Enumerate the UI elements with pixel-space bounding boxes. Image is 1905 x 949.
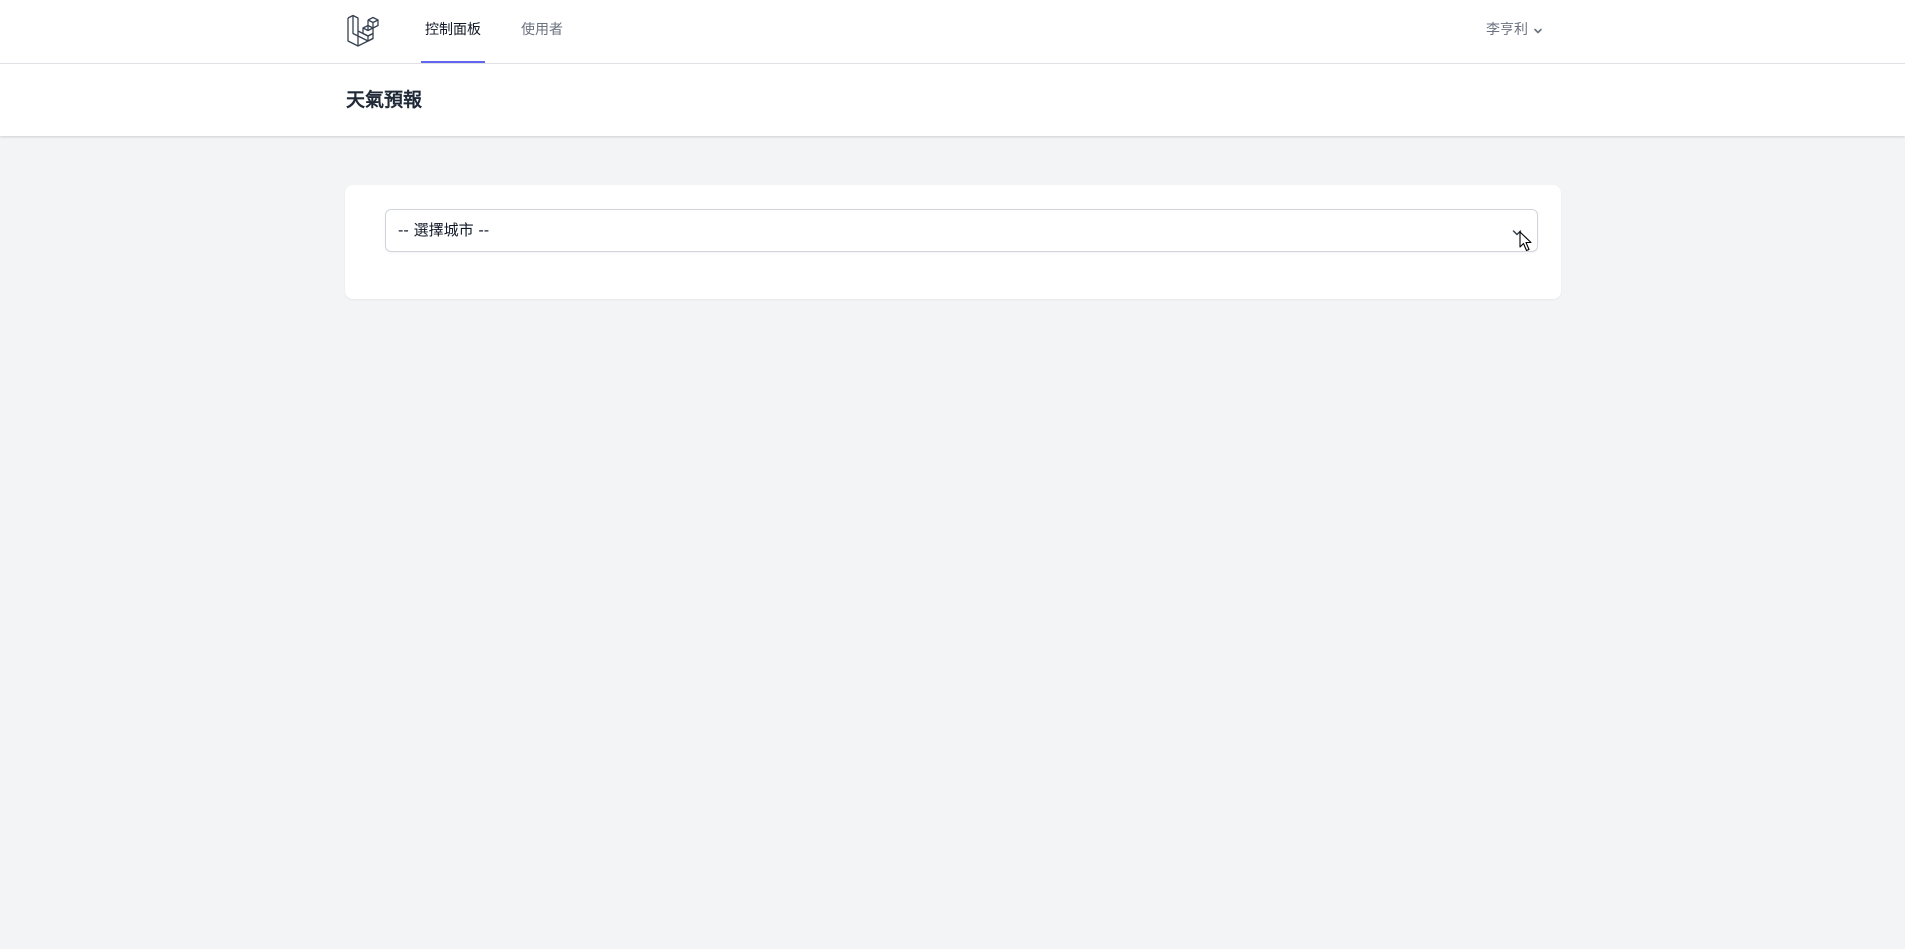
laravel-logo-icon[interactable] xyxy=(346,13,382,49)
page-header: 天氣預報 xyxy=(0,64,1905,136)
mouse-pointer-icon xyxy=(1519,231,1533,257)
top-navigation: 控制面板 使用者 李亨利 xyxy=(0,0,1905,64)
weather-card: -- 選擇城市 -- xyxy=(345,185,1561,299)
page-title: 天氣預報 xyxy=(346,89,423,111)
nav-link-users[interactable]: 使用者 xyxy=(518,0,566,63)
city-select[interactable]: -- 選擇城市 -- xyxy=(385,209,1538,252)
chevron-down-icon xyxy=(1532,25,1544,37)
user-menu-trigger[interactable]: 李亨利 xyxy=(1486,0,1544,61)
user-name: 李亨利 xyxy=(1486,22,1528,38)
nav-link-dashboard[interactable]: 控制面板 xyxy=(421,0,485,63)
city-select-value: -- 選擇城市 -- xyxy=(398,221,490,239)
